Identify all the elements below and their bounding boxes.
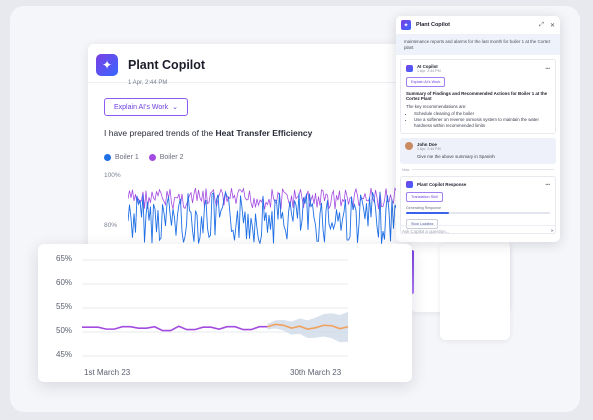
sparkles-icon xyxy=(406,180,413,188)
response-title: Plant Copilot Response xyxy=(417,181,467,187)
progress-label: Generating Response xyxy=(406,205,441,210)
sparkles-icon xyxy=(406,64,413,72)
sparkles-icon: ✦ xyxy=(401,20,411,30)
translation-skill-button[interactable]: Translation Skill xyxy=(406,191,443,202)
time-divider: Now xyxy=(402,168,554,172)
more-icon[interactable]: ••• xyxy=(545,66,550,71)
more-icon[interactable]: ••• xyxy=(545,182,550,187)
progress-bar-fill xyxy=(406,211,450,214)
user-message-card: John Doe 1 Apr, 2:44 PM Give me the abov… xyxy=(400,137,556,164)
trend-legend: Boiler 1 Boiler 2 xyxy=(104,154,183,161)
copilot-panel: ✦ Plant Copilot ⤢ ✕ maintenance reports … xyxy=(396,16,560,242)
background-card xyxy=(440,244,510,340)
explain-ai-work-button-small[interactable]: Explain AI's Work xyxy=(406,76,446,87)
avatar xyxy=(405,142,413,151)
send-icon[interactable]: ➤ xyxy=(550,228,554,234)
legend-label-boiler-2: Boiler 2 xyxy=(159,154,184,161)
assistant-message: I have prepared trends of the Heat Trans… xyxy=(104,128,312,138)
ai-message-header: AI Copilot 1 Apr, 2:44 PM ••• xyxy=(406,64,550,73)
message-bold: Heat Transfer Efficiency xyxy=(215,128,313,138)
user-timestamp: 1 Apr, 2:44 PM xyxy=(417,146,441,151)
recommendation-item: Use a softener on reverse osmosis system… xyxy=(414,117,550,129)
efficiency-line-chart-card: 65% 60% 55% 50% 45% 1st March 23 30th Ma… xyxy=(38,244,412,382)
response-header: Plant Copilot Response ••• xyxy=(406,180,550,188)
previous-message: maintenance reports and alarms for the l… xyxy=(396,35,560,55)
x-tick-label: 30th March 23 xyxy=(290,368,342,377)
chevron-down-icon: ⌄ xyxy=(172,104,178,111)
app-title: Plant Copilot xyxy=(128,58,206,72)
close-icon[interactable]: ✕ xyxy=(550,22,555,29)
recommend-intro: The key recommendations are: xyxy=(406,103,467,109)
copilot-title: Plant Copilot xyxy=(416,22,450,28)
ai-summary-card: AI Copilot 1 Apr, 2:44 PM ••• Explain AI… xyxy=(400,58,556,134)
legend-dot-boiler-1 xyxy=(104,154,111,161)
recommendation-list: Schedule cleaning of the boiler Use a so… xyxy=(414,111,550,129)
explain-ai-work-button[interactable]: Explain AI's Work ⌄ xyxy=(104,98,188,116)
legend-item-boiler-1[interactable]: Boiler 1 xyxy=(104,154,139,161)
legend-label-boiler-1: Boiler 1 xyxy=(115,154,139,161)
message-timestamp: 1 Apr, 2:44 PM xyxy=(128,80,168,86)
user-identity: John Doe 1 Apr, 2:44 PM xyxy=(417,142,441,151)
ai-timestamp: 1 Apr, 2:44 PM xyxy=(417,68,441,73)
user-message-header: John Doe 1 Apr, 2:44 PM xyxy=(405,142,551,151)
copilot-header: ✦ Plant Copilot ⤢ ✕ xyxy=(396,16,560,35)
x-tick-label: 1st March 23 xyxy=(84,368,131,377)
question-input[interactable]: Ask Copilot a question... ➤ xyxy=(400,225,556,236)
progress-bar xyxy=(406,211,550,214)
legend-item-boiler-2[interactable]: Boiler 2 xyxy=(148,154,184,161)
trend-ytick-80: 80% xyxy=(104,222,118,229)
main-panel: ✦ Plant Copilot 1 Apr, 2:44 PM Explain A… xyxy=(88,44,418,264)
summary-title: Summary of Findings and Recommended Acti… xyxy=(406,90,548,101)
expand-icon[interactable]: ⤢ xyxy=(539,22,544,29)
main-header: ✦ Plant Copilot xyxy=(96,52,205,78)
legend-dot-boiler-2 xyxy=(148,154,156,161)
explain-button-label: Explain AI's Work xyxy=(114,103,169,111)
trend-ytick-100: 100% xyxy=(104,172,121,179)
history-series-line xyxy=(82,325,268,332)
sparkles-icon: ✦ xyxy=(96,54,118,76)
message-prefix: I have prepared trends of the xyxy=(104,128,216,138)
user-message: Give me the above summary in Spanish xyxy=(417,153,495,159)
ai-identity: AI Copilot 1 Apr, 2:44 PM xyxy=(417,64,441,73)
line-chart xyxy=(82,259,349,357)
question-input-placeholder: Ask Copilot a question... xyxy=(402,228,450,234)
